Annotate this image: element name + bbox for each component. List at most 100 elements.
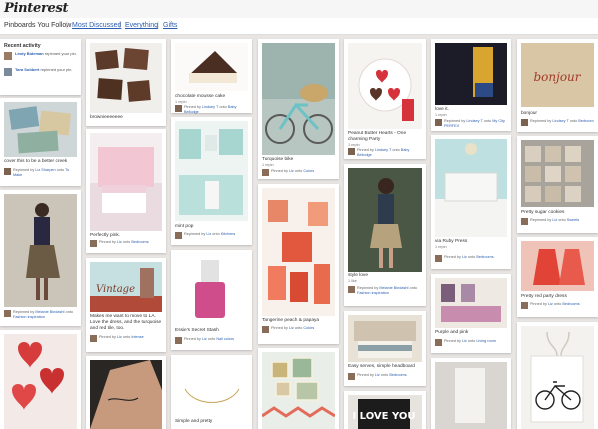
pin-image[interactable] <box>4 334 77 429</box>
pin-card[interactable]: brownieeeeeee <box>86 39 166 126</box>
pin-attribution: Pinned by Liz onto Bedrooms <box>357 373 407 377</box>
pin-card[interactable]: bonjour bonjour Repinned by Lindsey T on… <box>517 39 598 132</box>
avatar[interactable] <box>348 373 355 380</box>
pin-card[interactable]: Pretty red party dress Pinned by Liz ont… <box>517 237 598 317</box>
pin-card[interactable] <box>86 356 166 429</box>
category-nav: Pinboards You Follow | Most Discussed | … <box>0 18 598 35</box>
nav-pinboards-you-follow[interactable]: Pinboards You Follow <box>4 22 71 29</box>
pin-image[interactable] <box>348 315 422 362</box>
pin-card[interactable]: Repinned by Melanie Bindasht onto Fashio… <box>0 190 81 326</box>
pin-card[interactable] <box>517 322 598 429</box>
pin-card[interactable]: Essie's Secret Stash Pinned by Liz onto … <box>171 250 252 350</box>
avatar[interactable] <box>90 335 97 342</box>
avatar[interactable] <box>90 240 97 247</box>
pin-card[interactable]: Vintage Makes me want to move to LA. Lov… <box>86 258 166 352</box>
image-iloveyou-text: I LOVE YOU <box>352 411 415 422</box>
pin-card[interactable]: Turquoise bike 1 repin Pinned by Liz ont… <box>258 39 339 179</box>
pin-card[interactable] <box>431 358 511 429</box>
pin-stats: 1 repin <box>435 113 447 117</box>
pin-attribution: Repinned by Lindsey T onto My City PERFE… <box>444 119 505 128</box>
avatar[interactable] <box>262 326 269 333</box>
avatar[interactable] <box>435 119 442 126</box>
nav-separator: | <box>157 22 159 29</box>
pin-image[interactable] <box>90 43 162 113</box>
pin-attribution: Pinned by Liz onto Bedrooms <box>530 302 580 306</box>
pin-card[interactable]: Perfectly pink. Pinned by Liz onto Bedro… <box>86 129 166 253</box>
activity-user: Tara Subbert <box>15 67 40 72</box>
pin-card[interactable]: Easy serves, simple headboard Pinned by … <box>344 311 426 386</box>
avatar[interactable] <box>521 119 528 126</box>
pin-image[interactable] <box>521 140 594 207</box>
avatar[interactable] <box>175 105 182 112</box>
pin-attribution: Pinned by Liz onto Colors <box>271 169 315 173</box>
pin-card[interactable] <box>0 330 81 429</box>
nav-gifts[interactable]: Gifts <box>163 22 177 29</box>
pin-image[interactable] <box>435 139 507 237</box>
pin-image[interactable] <box>262 43 335 155</box>
pin-image[interactable] <box>4 102 77 157</box>
pin-card[interactable]: Peanut Butter Hearts - One charming Part… <box>344 39 426 159</box>
nav-most-discussed[interactable]: Most Discussed <box>72 22 121 29</box>
pin-image[interactable] <box>348 168 422 272</box>
pin-description: Tangerine peach & papaya <box>262 318 320 323</box>
avatar[interactable] <box>435 339 442 346</box>
pin-image[interactable]: Vintage <box>90 262 162 312</box>
pin-image[interactable] <box>435 362 507 429</box>
pin-attribution: Pinned by Lindsey T onto Baby Bellodge <box>184 105 237 114</box>
avatar[interactable] <box>175 337 182 344</box>
pin-image[interactable] <box>435 278 507 328</box>
pin-stats: 1 like <box>348 279 357 283</box>
pin-card[interactable]: mint pop Repinned by Liz onto Kitchens <box>171 117 252 245</box>
pin-card[interactable]: Purple and pink Pinned by Liz onto Livin… <box>431 274 511 353</box>
pin-card[interactable] <box>258 348 339 429</box>
avatar[interactable] <box>348 148 355 155</box>
nav-separator: | <box>119 22 121 29</box>
pin-image[interactable] <box>175 254 248 326</box>
pin-image[interactable] <box>4 194 77 307</box>
avatar[interactable] <box>175 232 182 239</box>
pin-image[interactable] <box>90 360 162 429</box>
avatar[interactable] <box>262 169 269 176</box>
pin-description: bonjour <box>521 111 538 116</box>
pin-image[interactable] <box>521 326 594 429</box>
avatar[interactable] <box>4 310 11 317</box>
pin-attribution: Repinned by Liz Sharpen onto To Make <box>13 168 70 177</box>
pin-image[interactable] <box>262 352 335 429</box>
pin-description: cover this to be a better creek <box>4 159 68 164</box>
recent-activity-title: Recent activity <box>4 43 41 49</box>
pin-description: Makes me want to move to LA. Love the dr… <box>90 314 162 331</box>
nav-everything[interactable]: Everything <box>125 22 158 29</box>
pin-attribution: Pinned by Liz onto Nail colors <box>184 337 235 341</box>
pin-card[interactable]: chocolate mousse cake 1 repin Pinned by … <box>171 39 252 114</box>
pin-card[interactable]: Tangerine peach & papaya Pinned by Liz o… <box>258 184 339 344</box>
pin-card[interactable]: Simple and pretty <box>171 355 252 429</box>
pinterest-logo[interactable]: Pinterest <box>4 1 68 16</box>
avatar[interactable] <box>4 168 11 175</box>
pin-image[interactable] <box>262 188 335 316</box>
avatar[interactable] <box>348 286 355 293</box>
pin-image[interactable]: bonjour <box>521 43 594 107</box>
nav-separator: | <box>66 22 68 29</box>
pin-image[interactable] <box>435 43 507 105</box>
pin-attribution: Repinned by Melanie Bindasht onto Fashio… <box>13 310 73 319</box>
pin-image[interactable] <box>175 121 248 221</box>
avatar[interactable] <box>521 302 528 309</box>
avatar[interactable] <box>521 218 528 225</box>
pin-image[interactable] <box>175 43 248 91</box>
pin-stats: 1 repin <box>262 163 274 167</box>
pin-card[interactable]: style love 1 like Repinned by Melanie Bi… <box>344 164 426 306</box>
pin-image[interactable]: I LOVE YOU <box>348 395 422 429</box>
pin-attribution: Repinned by Lindsey T onto Bedroom <box>530 119 594 123</box>
pin-card[interactable]: love it. 1 repin Repinned by Lindsey T o… <box>431 39 511 131</box>
pin-card[interactable]: I LOVE YOU <box>344 391 426 429</box>
pin-description: Peanut Butter Hearts - One charming Part… <box>348 131 407 142</box>
pin-image[interactable] <box>348 43 422 129</box>
avatar[interactable] <box>435 255 442 262</box>
pin-image[interactable] <box>175 359 248 417</box>
pin-card[interactable]: Pretty sugar cookies Repinned by Liz ont… <box>517 136 598 233</box>
pin-image[interactable] <box>521 241 594 291</box>
pin-description: Perfectly pink. <box>90 233 121 238</box>
pin-card[interactable]: cover this to be a better creek Repinned… <box>0 98 81 186</box>
pin-image[interactable] <box>90 133 162 231</box>
pin-card[interactable]: via Ruby Press 1 repin Pinned by Liz ont… <box>431 135 511 269</box>
